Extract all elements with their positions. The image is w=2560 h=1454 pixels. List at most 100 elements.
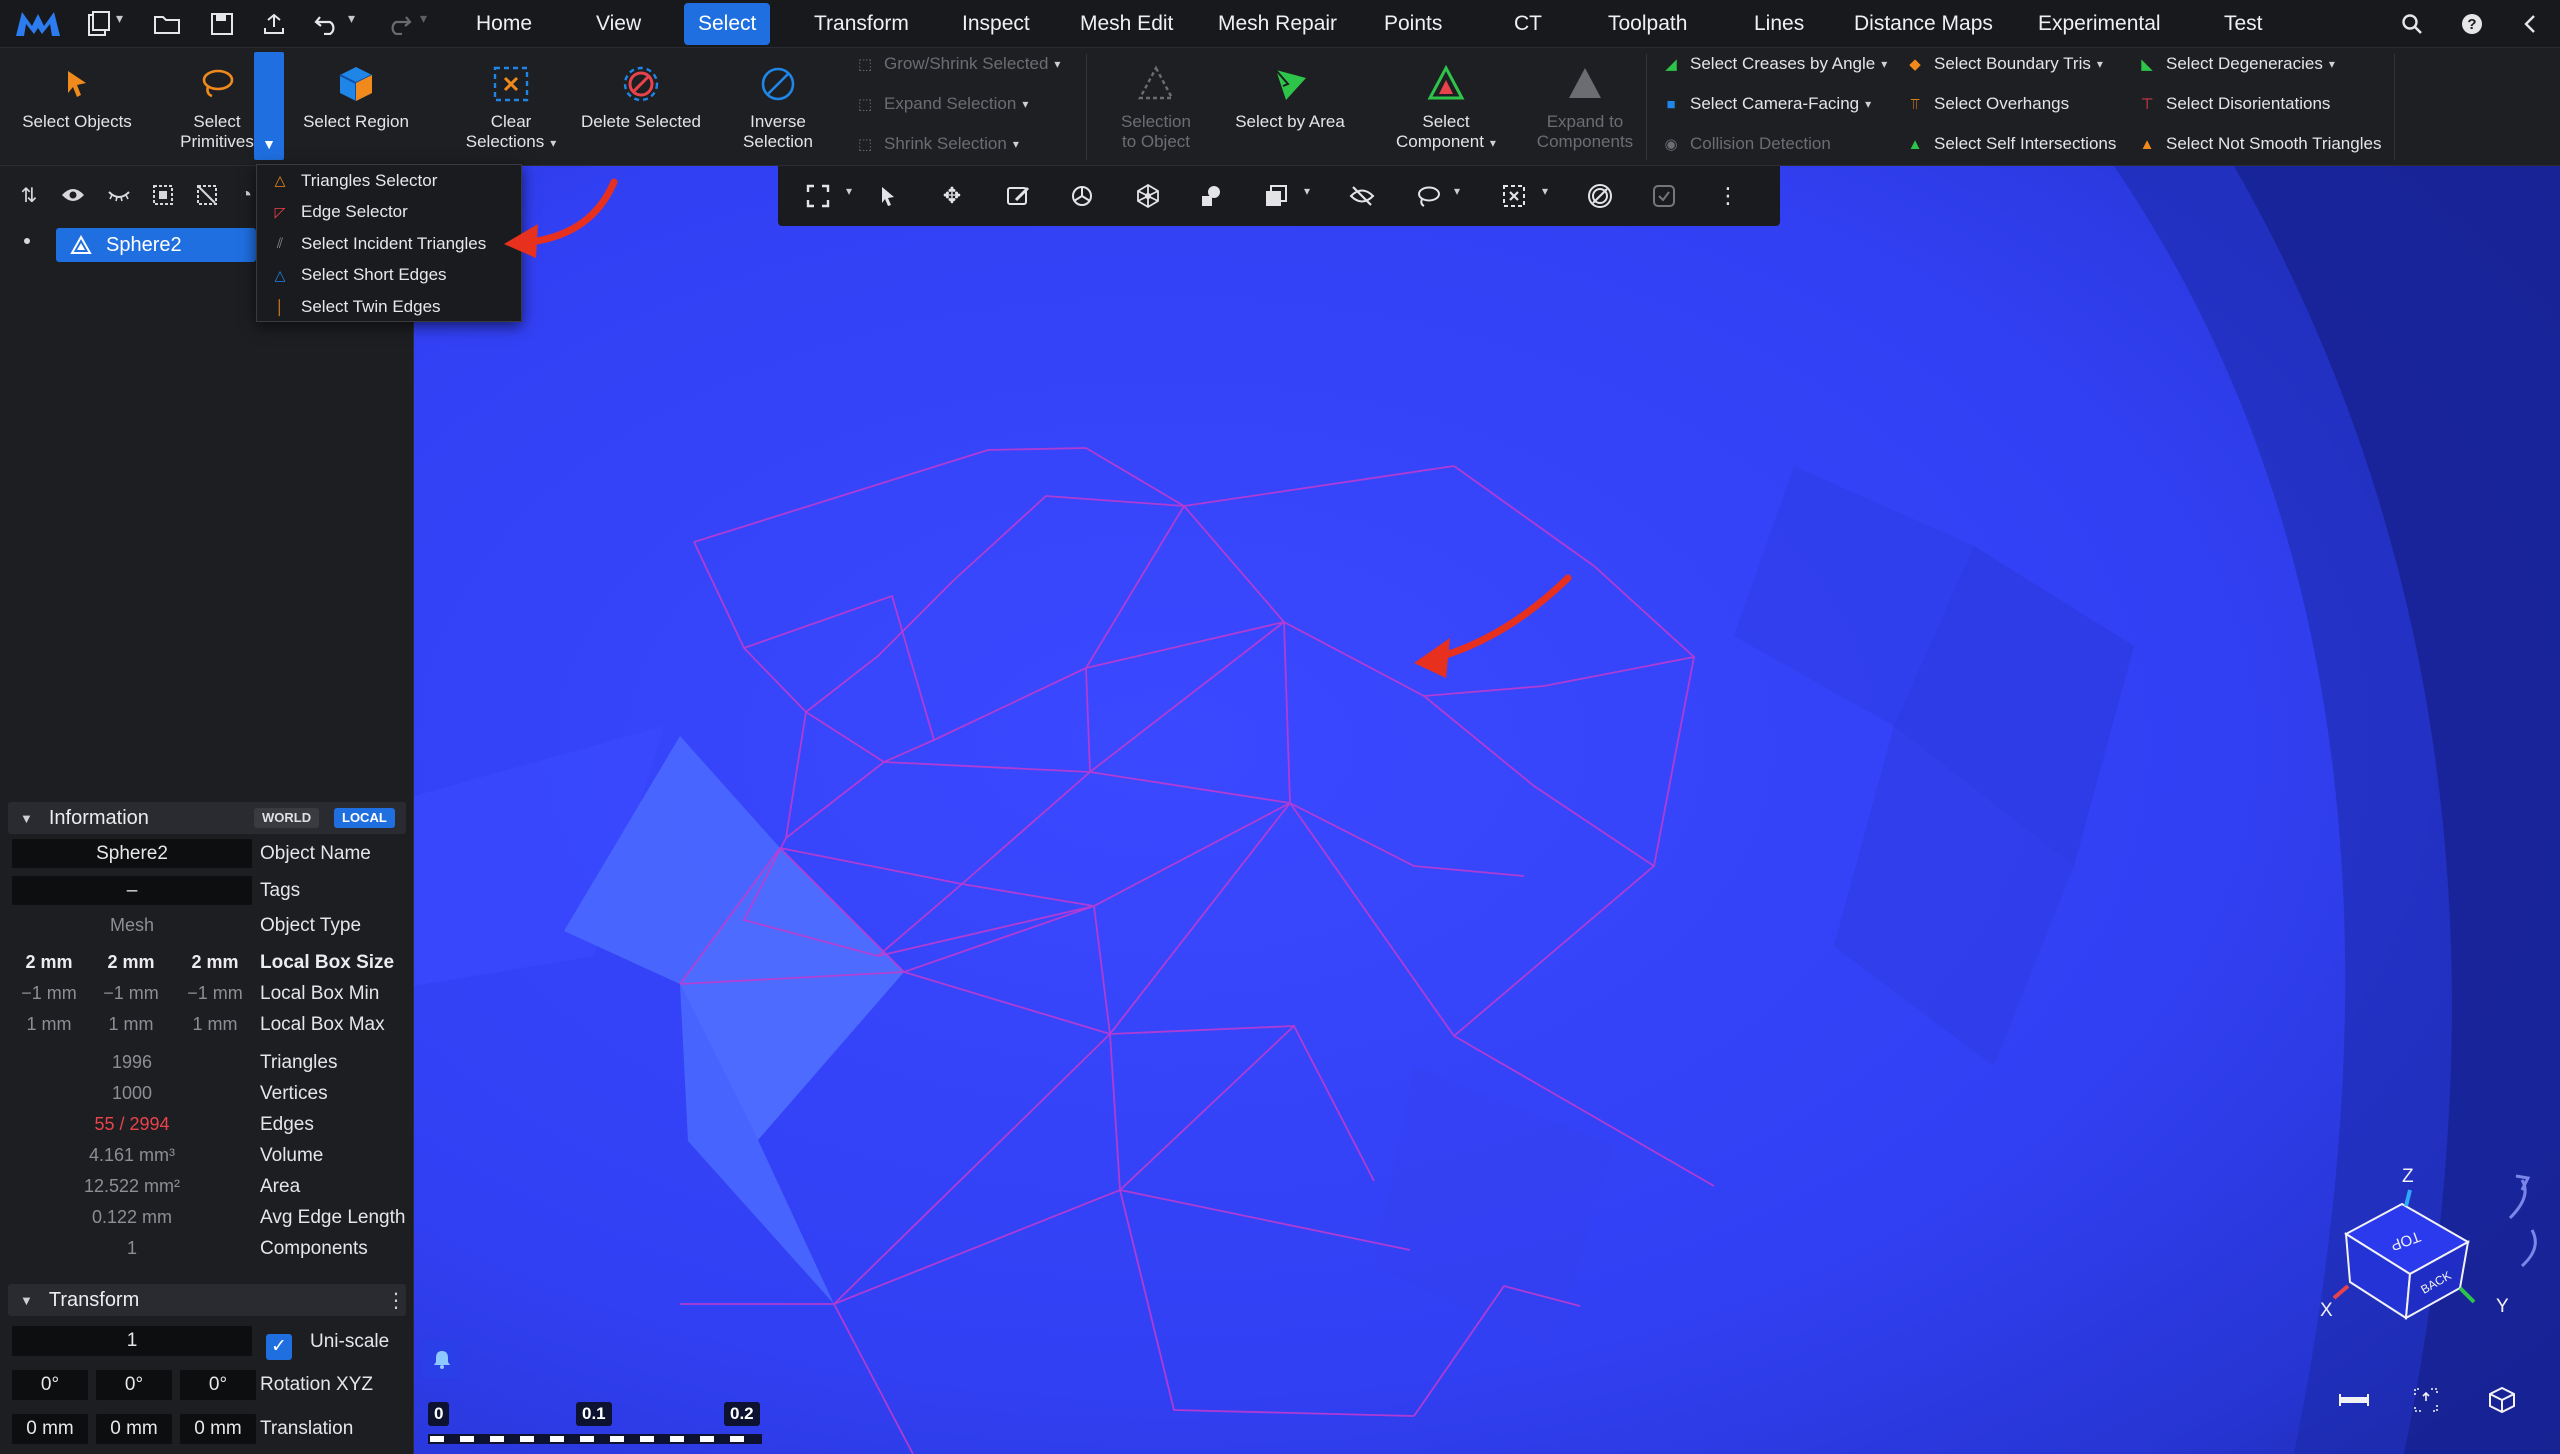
search-icon[interactable] <box>2396 8 2428 40</box>
sort-icon[interactable]: ⇅ <box>14 180 44 210</box>
primitives-shapes-icon[interactable] <box>1194 178 1230 214</box>
uniscale-checkbox[interactable]: ✓ <box>266 1334 292 1360</box>
expand-selection-button[interactable]: ⬚ Expand Selection ▾ <box>854 90 1028 118</box>
undo-dropdown-icon[interactable]: ▾ <box>348 10 355 27</box>
menu-toolpath[interactable]: Toolpath <box>1594 0 1701 48</box>
undo-icon[interactable] <box>312 6 342 42</box>
select-objects-button[interactable]: Select Objects <box>22 56 132 132</box>
collapse-panel-icon[interactable] <box>2514 8 2546 40</box>
translation-y-field[interactable]: 0 mm <box>96 1414 172 1444</box>
more-options-icon[interactable]: ⋮ <box>386 1288 406 1313</box>
mesh-points-icon[interactable] <box>1130 178 1166 214</box>
menu-item-select-twin-edges[interactable]: │ Select Twin Edges <box>257 291 521 323</box>
select-degeneracies-button[interactable]: ◣ Select Degeneracies ▾ <box>2136 50 2335 78</box>
tree-item-sphere2[interactable]: Sphere2 <box>56 228 256 262</box>
apply-check-icon[interactable] <box>1646 178 1682 214</box>
deselect-all-icon[interactable] <box>192 180 222 210</box>
save-icon[interactable] <box>206 6 238 42</box>
menu-home[interactable]: Home <box>462 0 546 48</box>
fit-frame-icon[interactable] <box>2406 1380 2446 1420</box>
shrink-selection-button[interactable]: ⬚ Shrink Selection ▾ <box>854 130 1019 158</box>
select-self-intersections-button[interactable]: ▲ Select Self Intersections <box>1904 130 2117 158</box>
inverse-selection-button[interactable]: Inverse Selection <box>736 56 820 152</box>
filter-icon[interactable]: ◔ <box>236 180 256 210</box>
duplicate-icon[interactable] <box>1258 178 1294 214</box>
tree-expand-bullet[interactable] <box>24 238 30 244</box>
open-folder-icon[interactable] <box>150 6 184 42</box>
new-file-dropdown-icon[interactable]: ▾ <box>116 10 123 27</box>
new-file-icon[interactable] <box>84 6 114 42</box>
disable-icon[interactable] <box>1582 178 1618 214</box>
select-overhangs-button[interactable]: ⫪ Select Overhangs <box>1904 90 2069 118</box>
3d-viewport[interactable] <box>414 166 2560 1454</box>
fit-view-icon[interactable] <box>800 178 836 214</box>
grow-shrink-selected-button[interactable]: ⬚ Grow/Shrink Selected ▾ <box>854 50 1061 78</box>
show-eye-icon[interactable] <box>58 180 88 210</box>
local-toggle[interactable]: LOCAL <box>334 808 395 828</box>
select-not-smooth-button[interactable]: ▲ Select Not Smooth Triangles <box>2136 130 2382 158</box>
translation-z-field[interactable]: 0 mm <box>180 1414 256 1444</box>
redo-dropdown-icon[interactable]: ▾ <box>420 10 427 27</box>
rotate-view-icon[interactable] <box>1064 178 1100 214</box>
menu-transform[interactable]: Transform <box>800 0 923 48</box>
hide-eye-icon[interactable] <box>104 180 134 210</box>
information-section-header[interactable]: ▼ Information WORLD LOCAL <box>8 802 406 834</box>
menu-points[interactable]: Points <box>1370 0 1456 48</box>
draw-region-icon[interactable] <box>1000 178 1036 214</box>
select-disorientations-button[interactable]: ⊤ Select Disorientations <box>2136 90 2330 118</box>
fit-view-dropdown-icon[interactable]: ▾ <box>846 184 852 198</box>
help-icon[interactable]: ? <box>2456 8 2488 40</box>
menu-item-edge-selector[interactable]: ◸ Edge Selector <box>257 197 521 229</box>
menu-mesh-repair[interactable]: Mesh Repair <box>1204 0 1351 48</box>
menu-item-triangles-selector[interactable]: △ Triangles Selector <box>257 165 521 197</box>
select-all-icon[interactable] <box>148 180 178 210</box>
redo-icon[interactable] <box>384 6 414 42</box>
uniscale-field[interactable]: 1 <box>12 1326 252 1356</box>
notification-bell-icon[interactable] <box>422 1340 462 1378</box>
select-boundary-tris-button[interactable]: ◆ Select Boundary Tris ▾ <box>1904 50 2103 78</box>
clear-selection-dropdown-icon[interactable]: ▾ <box>1542 184 1548 198</box>
app-logo-icon[interactable] <box>12 6 64 42</box>
translation-x-field[interactable]: 0 mm <box>12 1414 88 1444</box>
object-name-field[interactable]: Sphere2 <box>12 839 252 868</box>
menu-inspect[interactable]: Inspect <box>948 0 1044 48</box>
select-cursor-icon[interactable] <box>870 178 906 214</box>
select-primitives-button[interactable]: Select Primitives <box>172 56 262 152</box>
menu-ct[interactable]: CT <box>1500 0 1556 48</box>
collision-detection-button[interactable]: ◉ Collision Detection <box>1660 130 1830 158</box>
view-cube[interactable]: TOP BACK Z X Y <box>2310 1162 2546 1332</box>
menu-view[interactable]: View <box>582 0 655 48</box>
select-camera-facing-button[interactable]: ■ Select Camera-Facing ▾ <box>1660 90 1871 118</box>
select-primitives-dropdown-button[interactable]: ▼ <box>254 52 284 160</box>
menu-distance-maps[interactable]: Distance Maps <box>1840 0 2007 48</box>
select-region-button[interactable]: Select Region <box>296 56 416 132</box>
delete-selected-button[interactable]: Delete Selected <box>578 56 704 132</box>
selection-to-object-button[interactable]: Selection to Object <box>1110 56 1202 152</box>
hide-selected-icon[interactable] <box>1344 178 1380 214</box>
select-creases-button[interactable]: ◢ Select Creases by Angle ▾ <box>1660 50 1887 78</box>
tags-field[interactable]: – <box>12 876 252 905</box>
menu-item-select-incident-triangles[interactable]: ⫽ Select Incident Triangles <box>257 228 521 260</box>
menu-experimental[interactable]: Experimental <box>2024 0 2175 48</box>
rotate-cube-side-icon[interactable] <box>2520 1229 2537 1268</box>
lasso-dropdown-icon[interactable]: ▾ <box>1454 184 1460 198</box>
more-vertical-icon[interactable]: ⋮ <box>1710 178 1746 214</box>
select-by-area-button[interactable]: Select by Area <box>1228 56 1352 132</box>
duplicate-dropdown-icon[interactable]: ▾ <box>1304 184 1310 198</box>
select-component-button[interactable]: Select Component ▾ <box>1384 56 1508 153</box>
clear-selection-icon[interactable] <box>1496 178 1532 214</box>
export-icon[interactable] <box>258 6 290 42</box>
menu-item-select-short-edges[interactable]: △ Select Short Edges <box>257 260 521 292</box>
clear-selections-button[interactable]: Clear Selections ▾ <box>456 56 566 153</box>
transform-section-header[interactable]: ▼ Transform ⋮ <box>8 1284 406 1316</box>
view-cube-toggle-icon[interactable] <box>2482 1380 2522 1420</box>
lasso-select-icon[interactable] <box>1410 178 1446 214</box>
rotation-x-field[interactable]: 0° <box>12 1370 88 1400</box>
expand-to-components-button[interactable]: Expand to Components <box>1530 56 1640 152</box>
menu-select[interactable]: Select <box>684 3 771 45</box>
rotation-y-field[interactable]: 0° <box>96 1370 172 1400</box>
move-icon[interactable]: ✥ <box>934 178 970 214</box>
rotation-z-field[interactable]: 0° <box>180 1370 256 1400</box>
world-toggle[interactable]: WORLD <box>254 808 320 828</box>
measure-ruler-icon[interactable] <box>2334 1380 2374 1420</box>
